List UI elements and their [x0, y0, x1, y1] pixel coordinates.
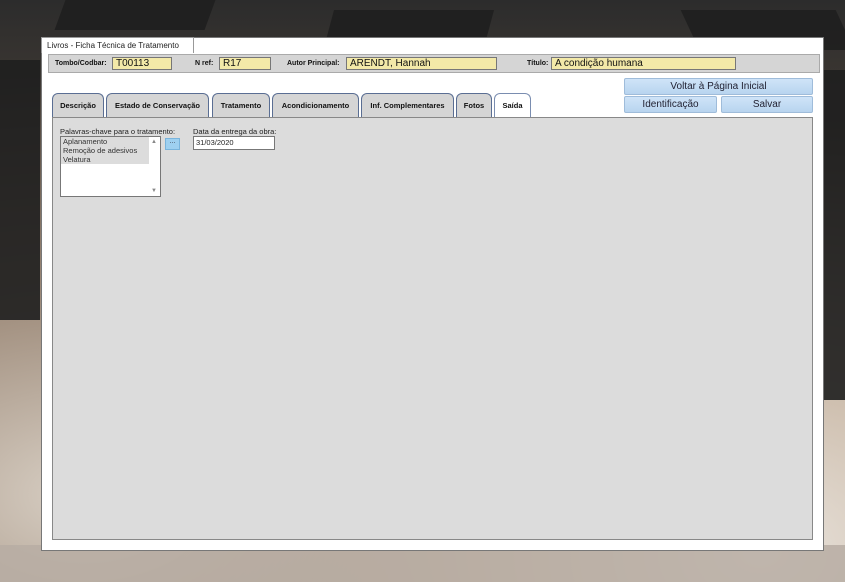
- scroll-up-icon[interactable]: ▲: [151, 139, 157, 145]
- titulo-label: Título:: [527, 60, 549, 67]
- autor-field[interactable]: ARENDT, Hannah: [346, 57, 497, 70]
- list-item[interactable]: Aplanamento: [61, 137, 151, 146]
- tab-fotos[interactable]: Fotos: [456, 93, 492, 117]
- tombo-field[interactable]: T00113: [112, 57, 172, 70]
- nref-field[interactable]: R17: [219, 57, 271, 70]
- date-field[interactable]: 31/03/2020: [193, 136, 275, 150]
- identificacao-button[interactable]: Identificação: [624, 96, 717, 113]
- listbox-scrollbar[interactable]: ▲ ▼: [149, 137, 160, 196]
- nref-label: N ref:: [195, 60, 214, 67]
- tab-inf-complementares[interactable]: Inf. Complementares: [361, 93, 454, 117]
- list-item[interactable]: Remoção de adesivos: [61, 146, 151, 155]
- tab-descricao[interactable]: Descrição: [52, 93, 104, 117]
- titulo-field[interactable]: A condição humana: [551, 57, 736, 70]
- tab-panel: [52, 117, 813, 540]
- tab-acondicionamento[interactable]: Acondicionamento: [272, 93, 359, 117]
- autor-label: Autor Principal:: [287, 60, 340, 67]
- background-type-block: [0, 60, 40, 320]
- scroll-down-icon[interactable]: ▼: [151, 188, 157, 194]
- keywords-listbox[interactable]: Aplanamento Remoção de adesivos Velatura…: [60, 136, 161, 197]
- keywords-label: Palavras-chave para o tratamento:: [60, 127, 176, 136]
- home-button[interactable]: Voltar à Página Inicial: [624, 78, 813, 95]
- date-label: Data da entrega da obra:: [193, 127, 277, 136]
- tab-saida[interactable]: Saída: [494, 93, 531, 118]
- window-title: Livros - Ficha Técnica de Tratamento: [41, 37, 194, 53]
- list-item[interactable]: Velatura: [61, 155, 151, 164]
- tab-estado-conservacao[interactable]: Estado de Conservação: [106, 93, 209, 117]
- background-type-block: [54, 0, 216, 30]
- background-type-block: [325, 10, 495, 40]
- tab-tratamento[interactable]: Tratamento: [212, 93, 270, 117]
- keywords-lookup-button[interactable]: ...: [165, 138, 180, 150]
- record-header: Tombo/Codbar: T00113 N ref: R17 Autor Pr…: [48, 54, 820, 73]
- tombo-label: Tombo/Codbar:: [55, 60, 107, 67]
- save-button[interactable]: Salvar: [721, 96, 813, 113]
